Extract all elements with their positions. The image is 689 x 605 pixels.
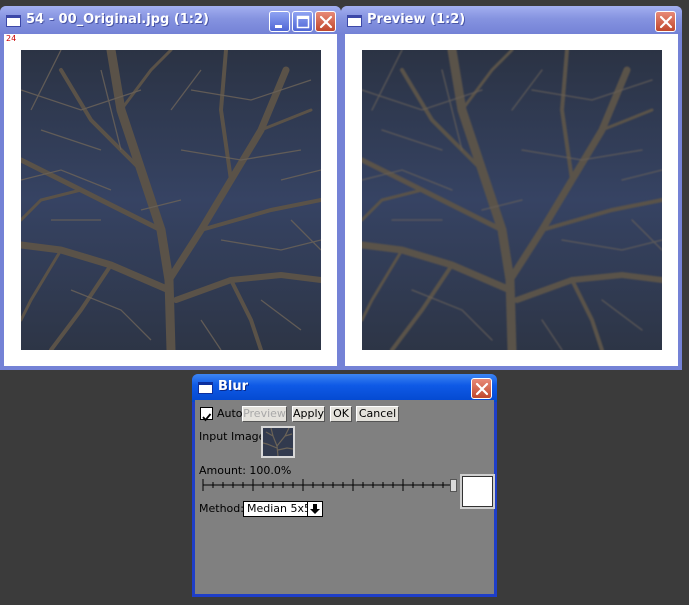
amount-slider-track xyxy=(202,479,454,491)
input-image-label: Input Image: xyxy=(199,430,270,443)
minimize-icon xyxy=(275,25,282,28)
close-button[interactable] xyxy=(315,11,336,32)
blur-dialog-title: Blur xyxy=(218,379,249,394)
corner-label: 24 xyxy=(6,34,17,43)
preview-window[interactable]: Preview (1:2) xyxy=(341,6,682,370)
preview-tree-image xyxy=(362,50,662,350)
checkmark-icon xyxy=(202,413,212,422)
amount-slider[interactable] xyxy=(201,476,459,494)
close-icon xyxy=(319,15,333,29)
preview-window-titlebar[interactable]: Preview (1:2) xyxy=(341,6,682,34)
dropdown-button[interactable] xyxy=(307,502,322,516)
auto-checkbox[interactable] xyxy=(200,407,213,422)
cancel-button[interactable]: Cancel xyxy=(356,406,399,422)
preview-button[interactable]: Preview xyxy=(242,406,287,422)
original-image-window[interactable]: 54 - 00_Original.jpg (1:2) 24 xyxy=(0,6,341,370)
original-window-canvas[interactable]: 24 xyxy=(4,34,337,366)
method-select-value: Median 5x5 xyxy=(247,502,312,515)
tree-photo-preview xyxy=(362,50,662,350)
maximize-icon xyxy=(296,15,310,29)
method-label: Method: xyxy=(199,502,244,515)
window-icon xyxy=(347,15,362,27)
apply-button[interactable]: Apply xyxy=(292,406,325,422)
blur-dialog-body: Auto Preview Apply OK Cancel Input Image… xyxy=(195,400,495,594)
original-tree-image xyxy=(21,50,321,350)
preview-window-canvas[interactable] xyxy=(345,34,678,366)
input-image-thumbnail[interactable] xyxy=(261,426,295,458)
ok-button[interactable]: OK xyxy=(330,406,352,422)
window-icon xyxy=(6,15,21,27)
amount-slider-handle[interactable] xyxy=(450,479,457,492)
method-select[interactable]: Median 5x5 xyxy=(243,501,323,517)
original-window-titlebar[interactable]: 54 - 00_Original.jpg (1:2) xyxy=(0,6,341,34)
tree-photo-original xyxy=(21,50,321,350)
blur-dialog-titlebar[interactable]: Blur xyxy=(192,374,497,402)
preview-window-title: Preview (1:2) xyxy=(367,12,466,27)
minimize-button[interactable] xyxy=(269,11,290,32)
close-button[interactable] xyxy=(471,378,492,399)
blur-dialog[interactable]: Blur Auto Preview Apply OK Cancel Input … xyxy=(192,374,497,597)
input-thumbnail-image xyxy=(263,428,293,456)
maximize-button[interactable] xyxy=(292,11,313,32)
close-icon xyxy=(659,15,673,29)
result-color-swatch xyxy=(460,474,495,509)
close-button[interactable] xyxy=(655,11,676,32)
auto-label: Auto xyxy=(217,407,243,420)
close-icon xyxy=(475,382,489,396)
original-window-title: 54 - 00_Original.jpg (1:2) xyxy=(26,12,209,27)
window-icon xyxy=(198,382,213,394)
dropdown-arrow-icon xyxy=(310,504,320,514)
